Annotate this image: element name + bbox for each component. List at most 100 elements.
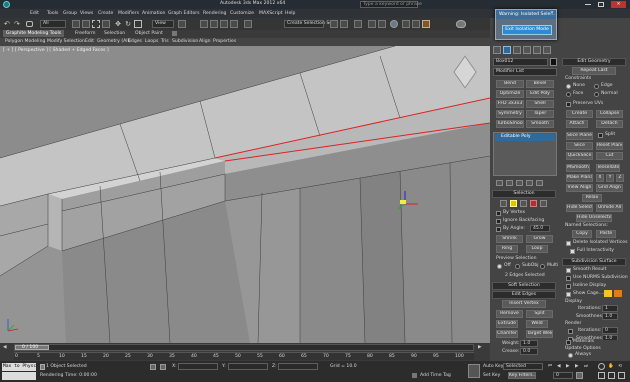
tab-freeform[interactable]: Freeform	[72, 30, 98, 37]
render-setup-icon[interactable]	[402, 20, 410, 28]
undo-icon[interactable]: ↶	[4, 20, 12, 28]
layer-manager-icon[interactable]	[354, 20, 362, 28]
full-interactivity-checkbox[interactable]	[570, 249, 575, 254]
view-align-button[interactable]: View Align	[566, 184, 593, 192]
menu-group[interactable]: Group	[63, 11, 77, 17]
modifier-optimize-button[interactable]: Optimize	[496, 90, 524, 98]
percent-snap-icon[interactable]	[220, 20, 228, 28]
reset-plane-button[interactable]: Reset Plane	[596, 142, 623, 150]
edit-geometry-rollout-header[interactable]: Edit Geometry	[562, 58, 626, 66]
hierarchy-tab-icon[interactable]	[513, 46, 521, 54]
menu-modifiers[interactable]: Modifiers	[118, 11, 139, 17]
modifier-turbosmooth-button[interactable]: TurboSmooth	[496, 120, 524, 128]
curve-editor-icon[interactable]	[368, 20, 376, 28]
modifier-stack[interactable]: Editable Poly	[493, 132, 557, 176]
snap-toggle-icon[interactable]	[200, 20, 208, 28]
use-nurms-checkbox[interactable]	[566, 276, 571, 281]
utilities-tab-icon[interactable]	[543, 46, 551, 54]
subtab-tris[interactable]: Tris	[161, 39, 169, 45]
subtab-modify-selection[interactable]: Modify Selection	[47, 39, 85, 45]
absolute-mode-icon[interactable]	[160, 364, 166, 370]
modifier-edit-poly-button[interactable]: Edit Poly	[526, 90, 554, 98]
subtab-edit[interactable]: Edit	[85, 39, 94, 45]
chamfer-button[interactable]: Chamfer	[496, 330, 518, 338]
orbit-icon[interactable]: ⟲	[618, 363, 625, 370]
menu-animation[interactable]: Animation	[142, 11, 165, 17]
create-tab-icon[interactable]	[493, 46, 501, 54]
msmooth-button[interactable]: MSmooth	[566, 164, 590, 172]
maxscript-listener[interactable]: Max to Physc	[2, 363, 36, 371]
menu-maxscript[interactable]: MAXScript	[259, 11, 283, 17]
tab-object-paint[interactable]: Object Paint	[132, 30, 166, 37]
slice-button[interactable]: Slice	[566, 142, 593, 150]
target-weld-button[interactable]: Target Weld	[526, 330, 553, 338]
teapot-icon[interactable]	[456, 20, 466, 28]
collapse-button[interactable]: Collapse	[596, 110, 623, 118]
edge-mode-icon[interactable]	[510, 200, 517, 207]
subtab-geometry-all[interactable]: Geometry (All)	[97, 39, 131, 45]
menu-help[interactable]: Help	[285, 11, 295, 17]
render-iterations-spinner[interactable]: 0	[602, 327, 618, 334]
by-vertex-checkbox[interactable]	[496, 211, 501, 216]
spinner-snap-icon[interactable]	[230, 20, 238, 28]
ring-button[interactable]: Ring	[496, 245, 518, 253]
time-slider-thumb[interactable]: 0 / 100	[15, 345, 49, 350]
cage-color-swatch-1[interactable]	[604, 290, 612, 297]
menu-tools[interactable]: Tools	[47, 11, 58, 17]
insert-vertex-button[interactable]: Insert Vertex	[502, 300, 546, 308]
object-color-swatch[interactable]	[550, 58, 557, 66]
go-to-end-icon[interactable]: ⏭	[584, 363, 592, 370]
display-iterations-spinner[interactable]: 1	[602, 305, 618, 312]
time-slider[interactable]: 0 / 100	[14, 344, 474, 351]
ignore-backfacing-checkbox[interactable]	[496, 219, 501, 224]
subdivision-surface-rollout-header[interactable]: Subdivision Surface	[562, 258, 626, 266]
redo-icon[interactable]: ↷	[14, 20, 22, 28]
subtab-loops[interactable]: Loops	[145, 39, 158, 45]
loop-button[interactable]: Loop	[526, 245, 548, 253]
soft-selection-rollout-header[interactable]: Soft Selection	[492, 282, 556, 290]
constraint-none-radio[interactable]	[566, 84, 571, 89]
constraint-normal-radio[interactable]	[594, 92, 599, 97]
material-editor-icon[interactable]	[390, 20, 398, 28]
selection-rollout-header[interactable]: Selection	[492, 190, 556, 198]
modifier-bend-button[interactable]: Bend	[496, 80, 524, 88]
preserve-uvs-checkbox[interactable]	[566, 102, 571, 107]
menu-create[interactable]: Create	[98, 11, 113, 17]
split-checkbox[interactable]	[598, 133, 603, 138]
ribbon-options-icon[interactable]	[172, 31, 177, 36]
split-edge-button[interactable]: Split	[526, 310, 553, 318]
z-coordinate-field[interactable]	[278, 363, 318, 370]
weight-spinner[interactable]: 1.0	[520, 340, 538, 347]
pan-icon[interactable]: ✋	[608, 363, 615, 370]
slice-plane-button[interactable]: Slice Plane	[566, 132, 593, 140]
reference-coordinate-dropdown[interactable]: View	[152, 20, 174, 28]
relax-button[interactable]: Relax	[582, 194, 602, 202]
lock-selection-icon[interactable]	[150, 364, 156, 370]
crease-spinner[interactable]: 0.0	[520, 348, 538, 355]
set-key-label[interactable]: Set Key	[483, 373, 500, 379]
y-coordinate-field[interactable]	[228, 363, 268, 370]
x-coordinate-field[interactable]	[178, 363, 218, 370]
make-planar-button[interactable]: Make Planar	[566, 174, 593, 182]
move-icon[interactable]: ✥	[114, 20, 122, 28]
subtab-align[interactable]: Align	[199, 39, 211, 45]
configure-sets-icon[interactable]	[536, 180, 543, 186]
stack-item-editable-poly[interactable]: Editable Poly	[495, 134, 555, 141]
add-time-tag-icon[interactable]	[412, 373, 417, 378]
dialog-close-icon[interactable]: ✕	[550, 11, 556, 17]
key-filters-button[interactable]: Key Filters...	[508, 372, 536, 379]
menu-views[interactable]: Views	[80, 11, 93, 17]
preview-subobj-radio[interactable]	[515, 264, 520, 269]
materials-checkbox[interactable]	[566, 340, 571, 345]
attach-button[interactable]: Attach	[566, 120, 588, 128]
planar-x-button[interactable]: X	[596, 174, 604, 182]
element-mode-icon[interactable]	[540, 200, 547, 207]
menu-edit[interactable]: Edit	[30, 11, 39, 17]
modifier-ffd-button[interactable]: FFD 3x3x3	[496, 100, 524, 108]
pivot-icon[interactable]	[178, 20, 186, 28]
unhide-all-button[interactable]: Unhide All	[596, 204, 623, 212]
paste-button[interactable]: Paste	[596, 230, 616, 238]
modifier-list-dropdown[interactable]: Modifier List	[493, 68, 557, 76]
motion-tab-icon[interactable]	[523, 46, 531, 54]
timeline-prev-icon[interactable]: ◀	[3, 344, 11, 351]
